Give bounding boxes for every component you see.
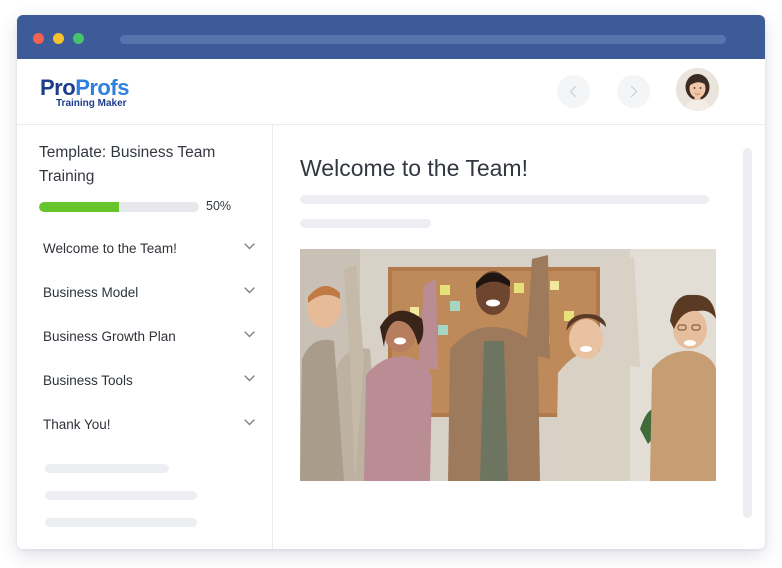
app-header: ProProfs Training Maker [17, 59, 765, 125]
menu-item-label: Business Tools [43, 373, 133, 388]
course-title: Template: Business Team Training [39, 144, 216, 185]
progress-bar-fill [39, 202, 119, 212]
chevron-left-icon [569, 85, 577, 98]
logo-wordmark: ProProfs [40, 76, 129, 100]
browser-window: ProProfs Training Maker Template: Busine… [17, 15, 765, 549]
menu-item-thank-you[interactable]: Thank You! [17, 402, 273, 446]
team-celebrating-photo [300, 249, 716, 481]
logo-profs-text: Profs [75, 75, 129, 100]
chevron-down-icon [244, 243, 255, 250]
maximize-dot[interactable] [73, 33, 84, 44]
skeleton-line [45, 518, 197, 527]
user-avatar[interactable] [676, 68, 719, 111]
course-sidebar: Template: Business Team Training 50% Wel… [17, 125, 273, 549]
menu-item-label: Thank You! [43, 417, 111, 432]
chevron-down-icon [244, 419, 255, 426]
window-titlebar [17, 15, 765, 59]
menu-item-business-model[interactable]: Business Model [17, 270, 273, 314]
minimize-dot[interactable] [53, 33, 64, 44]
menu-item-business-growth-plan[interactable]: Business Growth Plan [17, 314, 273, 358]
previous-button[interactable] [557, 75, 590, 108]
skeleton-line [300, 219, 431, 228]
chevron-right-icon [630, 85, 638, 98]
skeleton-line [300, 195, 709, 204]
next-button[interactable] [617, 75, 650, 108]
chevron-down-icon [244, 331, 255, 338]
menu-item-welcome[interactable]: Welcome to the Team! [17, 226, 273, 270]
menu-item-label: Business Growth Plan [43, 329, 176, 344]
chevron-down-icon [244, 287, 255, 294]
menu-item-label: Welcome to the Team! [43, 241, 177, 256]
progress-bar [39, 202, 199, 212]
skeleton-line [45, 464, 169, 473]
vertical-scrollbar[interactable] [743, 148, 752, 518]
menu-item-label: Business Model [43, 285, 139, 300]
progress-label: 50% [206, 199, 232, 213]
logo-pro-text: Pro [40, 75, 76, 100]
menu-item-business-tools[interactable]: Business Tools [17, 358, 273, 402]
lesson-menu: Welcome to the Team! Business Model Busi… [17, 226, 273, 446]
logo-subtitle: Training Maker [56, 98, 127, 109]
lesson-title: Welcome to the Team! [300, 155, 528, 181]
address-bar[interactable] [120, 35, 726, 44]
proprofs-logo[interactable]: ProProfs Training Maker [40, 76, 144, 110]
chevron-down-icon [244, 375, 255, 382]
lesson-content: Welcome to the Team! [274, 125, 765, 549]
close-dot[interactable] [33, 33, 44, 44]
skeleton-line [45, 491, 197, 500]
